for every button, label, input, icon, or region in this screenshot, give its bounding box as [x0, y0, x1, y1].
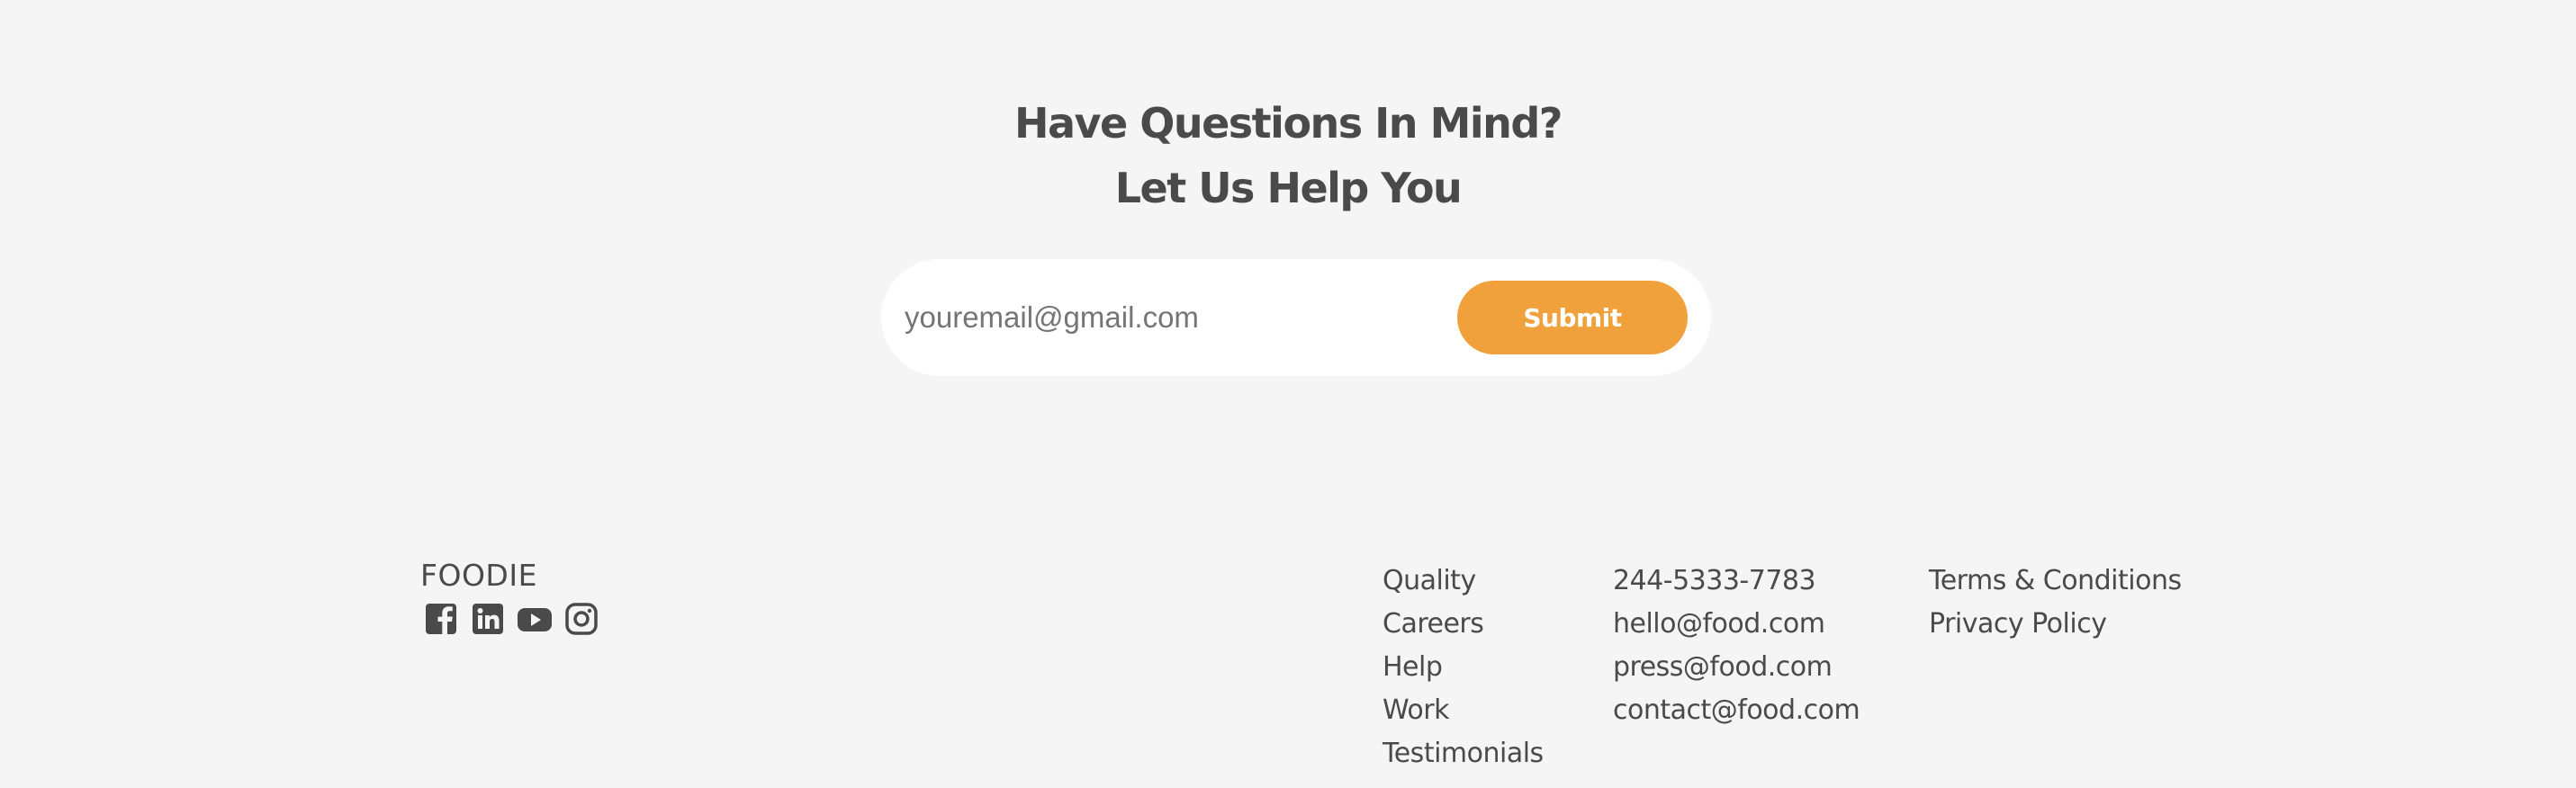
footer-link-testimonials[interactable]: Testimonials	[1383, 732, 1544, 775]
facebook-icon[interactable]	[423, 601, 459, 637]
footer-contact-list: 244-5333-7783 hello@food.com press@food.…	[1613, 560, 1860, 732]
footer-links-list: Quality Careers Help Work Testimonials	[1383, 560, 1544, 775]
contact-email-hello[interactable]: hello@food.com	[1613, 603, 1860, 646]
contact-phone[interactable]: 244-5333-7783	[1613, 560, 1860, 603]
footer-link-quality[interactable]: Quality	[1383, 560, 1544, 603]
newsletter-heading-line1: Have Questions In Mind?	[1014, 99, 1563, 148]
linkedin-icon[interactable]	[470, 601, 506, 637]
footer-legal-list: Terms & Conditions Privacy Policy	[1929, 560, 2182, 646]
youtube-icon[interactable]	[517, 601, 553, 637]
instagram-icon[interactable]	[563, 601, 599, 637]
footer-brand-logo[interactable]: FOODIE	[420, 558, 537, 593]
email-input[interactable]	[905, 286, 1409, 349]
contact-email-press[interactable]: press@food.com	[1613, 646, 1860, 689]
subscribe-form: Submit	[881, 259, 1711, 376]
social-links	[423, 601, 599, 637]
newsletter-heading-line2: Let Us Help You	[1114, 164, 1463, 212]
footer-link-privacy[interactable]: Privacy Policy	[1929, 603, 2182, 646]
contact-email-contact[interactable]: contact@food.com	[1613, 689, 1860, 732]
footer-link-terms[interactable]: Terms & Conditions	[1929, 560, 2182, 603]
footer-link-careers[interactable]: Careers	[1383, 603, 1544, 646]
footer-link-work[interactable]: Work	[1383, 689, 1544, 732]
submit-button[interactable]: Submit	[1457, 281, 1688, 354]
footer-link-help[interactable]: Help	[1383, 646, 1544, 689]
